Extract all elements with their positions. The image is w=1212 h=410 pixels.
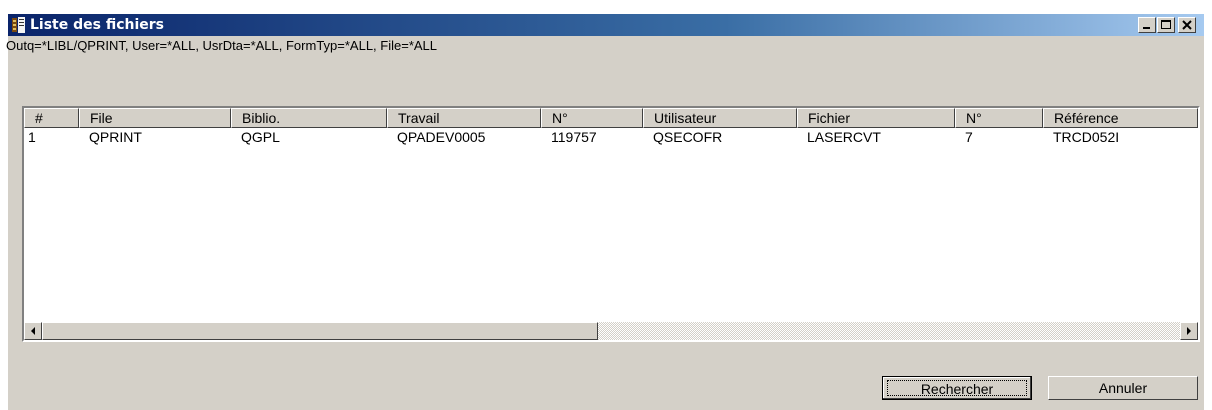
column-header-reference[interactable]: Référence — [1043, 108, 1198, 128]
maximize-icon — [1161, 20, 1171, 29]
maximize-button[interactable] — [1157, 17, 1175, 33]
cancel-button[interactable]: Annuler — [1048, 376, 1198, 400]
cell-user: QSECOFR — [653, 129, 723, 145]
arrow-left-icon — [31, 327, 35, 335]
close-button[interactable] — [1178, 17, 1196, 33]
column-header-user[interactable]: Utilisateur — [643, 108, 797, 128]
app-icon — [12, 17, 26, 33]
cell-reference: TRCD052I — [1053, 129, 1120, 145]
cell-index: 1 — [28, 129, 36, 145]
search-button-label: Rechercher — [887, 380, 1027, 397]
horizontal-scrollbar[interactable] — [24, 322, 1198, 340]
window: Liste des fichiers Outq=*LIBL/QPRINT, Us… — [6, 14, 1204, 410]
arrow-right-icon — [1187, 327, 1191, 335]
column-header-file[interactable]: File — [79, 108, 231, 128]
file-list[interactable]: # File Biblio. Travail N° Utilisateur Fi… — [22, 106, 1200, 342]
minimize-icon — [1143, 27, 1150, 29]
scroll-left-button[interactable] — [24, 322, 42, 340]
column-header-spool-file[interactable]: Fichier — [797, 108, 955, 128]
minimize-button[interactable] — [1138, 17, 1156, 33]
cell-file: QPRINT — [89, 129, 142, 145]
search-button[interactable]: Rechercher — [882, 376, 1032, 400]
cell-file-number: 7 — [965, 129, 973, 145]
column-header-job-number[interactable]: N° — [541, 108, 643, 128]
column-header-job[interactable]: Travail — [387, 108, 541, 128]
close-icon — [1182, 20, 1192, 30]
column-header-index[interactable]: # — [24, 108, 79, 128]
window-title: Liste des fichiers — [30, 17, 165, 33]
column-header-file-number[interactable]: N° — [955, 108, 1043, 128]
cell-job-number: 119757 — [551, 129, 597, 145]
scroll-thumb[interactable] — [42, 322, 598, 340]
scroll-right-button[interactable] — [1180, 322, 1198, 340]
column-header-library[interactable]: Biblio. — [231, 108, 387, 128]
table-row[interactable]: 1 QPRINT QGPL QPADEV0005 119757 QSECOFR … — [24, 128, 1198, 146]
cell-job: QPADEV0005 — [397, 129, 486, 145]
query-summary: Outq=*LIBL/QPRINT, User=*ALL, UsrDta=*AL… — [6, 38, 438, 53]
cell-spool-file: LASERCVT — [807, 129, 881, 145]
title-bar[interactable]: Liste des fichiers — [8, 14, 1204, 36]
cell-library: QGPL — [241, 129, 280, 145]
list-header: # File Biblio. Travail N° Utilisateur Fi… — [24, 108, 1198, 128]
